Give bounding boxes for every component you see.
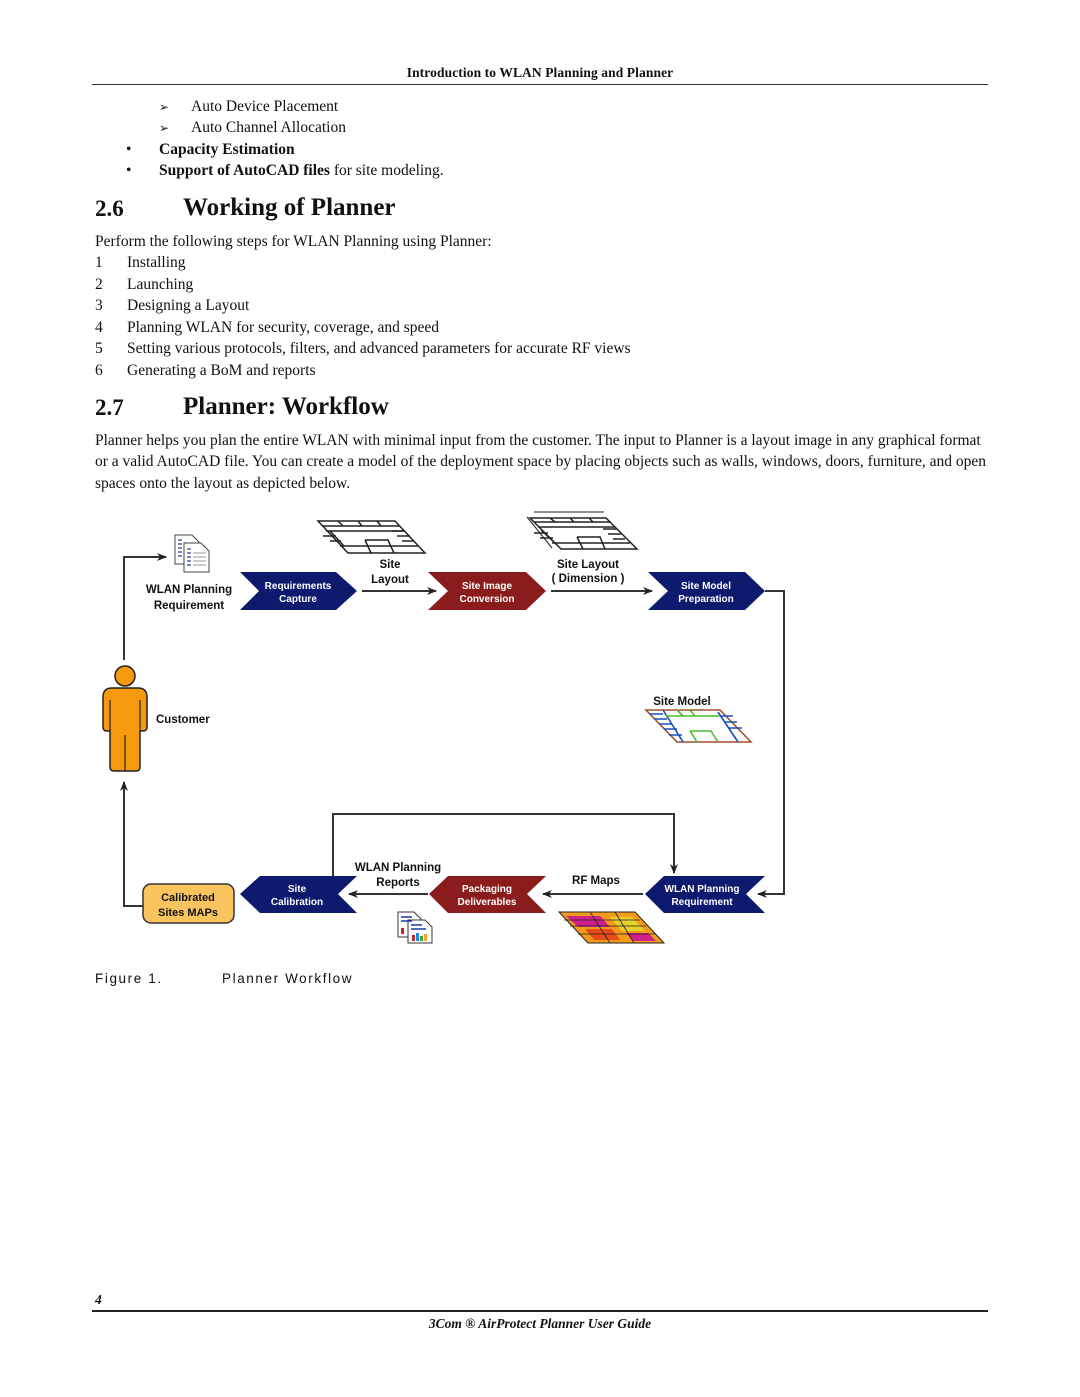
workflow-diagram: WLAN Planning Requirement Site Layout Si… xyxy=(102,511,785,944)
figure-caption: Planner Workflow xyxy=(222,971,354,986)
calibrated-sites-maps-node: Calibrated Sites MAPs xyxy=(142,883,235,924)
site-dimension-floorplan-icon xyxy=(526,511,639,550)
svg-text:Site Model: Site Model xyxy=(681,581,731,592)
document-icon xyxy=(174,534,210,573)
site-model-floorplan-icon xyxy=(644,709,753,743)
site-image-conversion-node: Site Image Conversion xyxy=(428,572,546,610)
customer-label: Customer xyxy=(156,714,210,726)
svg-text:Calibration: Calibration xyxy=(271,897,323,908)
connector-calibrated-to-customer xyxy=(120,781,143,907)
wlan-planning-reports-label: WLAN Planning xyxy=(355,862,441,874)
figure-label: Figure 1. xyxy=(95,971,163,986)
customer-person-icon xyxy=(102,665,148,772)
svg-text:WLAN Planning: WLAN Planning xyxy=(665,884,740,895)
svg-text:Packaging: Packaging xyxy=(462,884,512,895)
svg-text:Requirements: Requirements xyxy=(265,581,332,592)
svg-text:Requirement: Requirement xyxy=(671,897,733,908)
rf-maps-label: RF Maps xyxy=(572,875,620,887)
site-model-preparation-node: Site Model Preparation xyxy=(648,572,765,610)
guide-title: 3Com ® AirProtect Planner User Guide xyxy=(428,1316,652,1331)
svg-text:Conversion: Conversion xyxy=(459,594,514,605)
svg-text:Site Image: Site Image xyxy=(462,581,512,592)
svg-text:Sites MAPs: Sites MAPs xyxy=(158,907,218,919)
site-layout-label-line2: Layout xyxy=(371,574,409,586)
footer-rule xyxy=(92,1310,988,1312)
svg-text:Deliverables: Deliverables xyxy=(458,897,517,908)
requirements-capture-node: Requirements Capture xyxy=(240,572,357,610)
svg-text:Site: Site xyxy=(288,884,307,895)
reports-document-icon xyxy=(397,911,433,944)
site-layout-dimension-label-line2: ( Dimension ) xyxy=(552,573,625,585)
svg-text:Capture: Capture xyxy=(279,594,317,605)
svg-text:Calibrated: Calibrated xyxy=(161,892,215,904)
wlan-planning-requirement-label: WLAN Planning xyxy=(146,584,232,596)
rf-heatmap-icon xyxy=(557,911,666,944)
wlan-planning-requirement-label-line2: Requirement xyxy=(154,600,224,612)
wlan-planning-reports-label-line2: Reports xyxy=(376,877,419,889)
svg-text:Preparation: Preparation xyxy=(678,594,734,605)
wlan-planning-requirement-node: WLAN Planning Requirement xyxy=(645,876,765,913)
connector-model-to-requirement xyxy=(757,590,785,898)
packaging-deliverables-node: Packaging Deliverables xyxy=(429,876,546,913)
site-layout-floorplan-icon xyxy=(316,520,427,554)
page-number: 4 xyxy=(95,1292,102,1307)
site-layout-label: Site xyxy=(379,559,400,571)
site-calibration-node: Site Calibration xyxy=(240,876,357,913)
site-model-label: Site Model xyxy=(653,696,711,708)
site-layout-dimension-label: Site Layout xyxy=(557,559,619,571)
